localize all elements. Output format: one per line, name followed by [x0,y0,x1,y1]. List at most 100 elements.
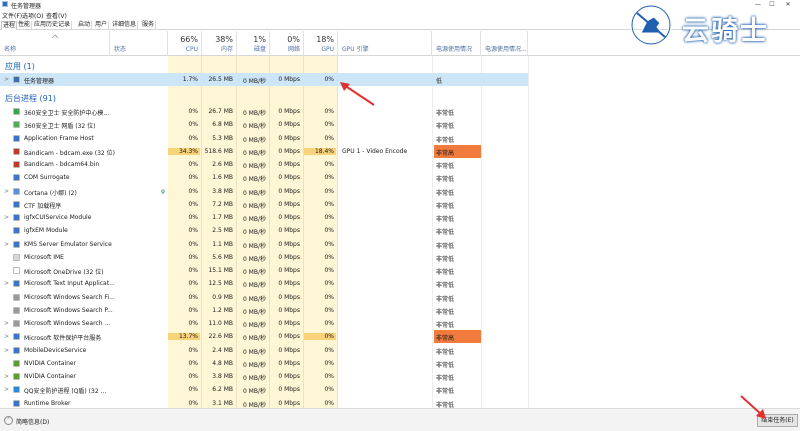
expand-chevron-icon[interactable]: > [4,214,9,221]
process-name: 360安全卫士 安全防护中心模... [24,110,110,117]
disk-value: 0 MB/秒 [242,348,266,356]
process-name: Microsoft OneDrive (32 位) [24,269,104,276]
memory-value: 2.6 MB [212,161,233,168]
memory-value: 4.8 MB [212,359,233,367]
table-row[interactable]: > NVIDIA Container 0% 3.8 MB 0 MB/秒 0 Mbps 0% 非… [0,370,528,383]
power-usage-value: 非常低 [436,123,455,131]
gpu-value: 0% [324,240,334,248]
expand-chevron-icon[interactable]: > [4,76,9,83]
disk-value: 0 MB/秒 [242,149,266,157]
process-icon [13,214,20,221]
table-row[interactable]: Microsoft OneDrive (32 位) 0% 15.1 MB 0 MB/秒… [0,264,528,277]
tab-services[interactable]: 服务 [141,21,157,30]
table-row[interactable]: > QQ安全防护进程 (Q盾) (32 ... 0% 6.2 MB 0 MB/秒 0 Mb… [0,383,528,396]
tab-performance[interactable]: 性能 [17,21,33,30]
process-icon [13,359,20,367]
header-name[interactable]: 名称 [0,31,110,56]
expand-chevron-icon[interactable]: > [4,333,9,340]
process-icon [13,267,20,274]
cpu-value: 1.7% [182,76,198,83]
header-disk[interactable]: 1% 磁盘 [237,31,270,56]
disk-value: 0 MB/秒 [242,375,266,382]
expand-chevron-icon[interactable]: > [4,320,9,327]
cpu-value: 0% [188,214,198,221]
table-row[interactable]: Microsoft IME 0% 5.6 MB 0 MB/秒 0 Mbps 0% 非常低 [0,251,528,264]
table-row[interactable]: Bandicam - bdcam64.bin 0% 2.6 MB 0 MB/秒 0 Mb… [0,158,528,171]
network-value: 0 Mbps [278,267,300,274]
header-power[interactable]: 电源使用情况 [432,31,481,56]
watermark-brand: 云骑士 [682,16,769,47]
table-row[interactable]: Microsoft Windows Search P... 0% 1.2 MB 0 M… [0,304,528,317]
table-row[interactable]: > igfxCUIService Module 0% 1.7 MB 0 MB/秒 0 Mb… [0,211,528,224]
header-gpu[interactable]: 18% GPU [304,31,338,56]
fewer-details-link[interactable]: 简略信息(D) [16,417,49,426]
table-row[interactable]: 360安全卫士 安全防护中心模... 0% 26.7 MB 0 MB/秒 0 Mbps 0… [0,105,528,118]
header-power-trend[interactable]: 电源使用情况... [481,31,528,56]
table-row[interactable]: > Microsoft Windows Search ... 0% 11.0 MB 0 … [0,317,528,330]
tab-users[interactable]: 用户 [94,21,110,30]
cpu-value: 0% [188,240,198,248]
table-row[interactable]: > KMS Server Emulator Service 0% 1.1 MB 0 MB… [0,238,528,251]
memory-value: 15.1 MB [208,267,233,274]
table-row[interactable]: > Cortana (小娜) (2) 0% 3.8 MB 0 MB/秒 0 Mbps 0% 非… [0,185,528,198]
tab-processes[interactable]: 进程 [1,21,18,30]
cpu-value: 34.3% [168,147,200,155]
table-row[interactable]: Application Frame Host 0% 5.3 MB 0 MB/秒 0 Mb… [0,132,528,145]
suspended-leaf-icon: φ [161,187,165,195]
table-row[interactable]: CTF 加载程序 0% 7.2 MB 0 MB/秒 0 Mbps 0% 非常低 [0,198,528,211]
network-value: 0 Mbps [278,147,300,155]
disk-value: 0 MB/秒 [242,216,266,223]
table-row[interactable]: > Microsoft Text Input Applicat... 0% 12.5 … [0,277,528,290]
network-value: 0 Mbps [278,253,300,261]
network-value: 0 Mbps [278,293,300,301]
table-row[interactable]: 360安全卫士 网盾 (32 位) 0% 6.8 MB 0 MB/秒 0 Mbps 0% 非… [0,118,528,131]
memory-value: 7.2 MB [212,200,233,208]
header-cpu[interactable]: 66% CPU [168,31,202,56]
table-row[interactable]: COM Surrogate 0% 1.6 MB 0 MB/秒 0 Mbps 0% 非常低 [0,171,528,184]
memory-value: 1.1 MB [212,240,233,248]
process-icon [13,76,20,83]
expand-chevron-icon[interactable]: > [4,188,9,195]
disk-value: 0 MB/秒 [242,269,266,276]
gpu-value: 0% [324,174,334,182]
header-network[interactable]: 0% 网络 [270,31,304,56]
gpu-value: 0% [324,253,334,261]
process-name: Bandicam - bdcam.exe (32 位) [24,149,115,157]
header-status[interactable]: 状态 [110,31,168,56]
process-name: igfxEM Module [24,227,68,235]
table-row[interactable]: Bandicam - bdcam.exe (32 位) 34.3% 518.6 MB… [0,144,528,158]
app-row[interactable]: > 任务管理器 1.7% 26.5 MB 0 MB/秒 0 Mbps 0% 低 [0,73,528,86]
process-name: igfxCUIService Module [24,214,92,221]
tab-app-history[interactable]: 应用历史记录 [33,21,73,30]
expand-chevron-icon[interactable]: > [4,280,9,287]
table-row[interactable]: Runtime Broker 0% 3.1 MB 0 MB/秒 0 Mbps 0% 非常低 [0,397,528,408]
disk-value: 0 MB/秒 [242,361,266,369]
cpu-value: 0% [188,161,198,168]
table-row[interactable]: NVIDIA Container 0% 4.8 MB 0 MB/秒 0 Mbps 0% 非常… [0,357,528,370]
expand-chevron-icon[interactable]: > [4,386,9,393]
header-memory[interactable]: 38% 内存 [202,31,237,56]
disk-value: 0 MB/秒 [242,123,266,131]
expand-chevron-icon[interactable]: > [4,347,9,354]
footer-bar: ⌃ 简略信息(D) 结束任务(E) [0,408,800,431]
tab-details[interactable]: 详细信息 [111,21,139,30]
tab-startup[interactable]: 启动 [77,21,93,30]
header-gpu-engine[interactable]: GPU 引擎 [338,31,432,56]
collapse-icon[interactable]: ⌃ [4,416,13,425]
table-row[interactable]: Microsoft Windows Search Fi... 0% 0.9 MB 0 … [0,291,528,304]
process-name: QQ安全防护进程 (Q盾) (32 ... [24,388,107,396]
expand-chevron-icon[interactable]: > [4,373,9,380]
expand-chevron-icon[interactable]: > [4,241,9,248]
table-row[interactable]: igfxEM Module 0% 2.5 MB 0 MB/秒 0 Mbps 0% 非常低 [0,224,528,237]
power-usage-value: 非常低 [436,189,455,197]
network-value: 0 Mbps [278,187,300,195]
gpu-value: 0% [324,134,334,142]
process-name: MobileDeviceService [24,346,87,354]
cpu-value: 0% [188,320,198,327]
table-row[interactable]: > MobileDeviceService 0% 2.4 MB 0 MB/秒 0 Mbps… [0,344,528,357]
network-value: 0 Mbps [278,200,300,208]
table-row[interactable]: > Microsoft 软件保护平台服务 13.7% 22.6 MB 0 MB/秒 0 M… [0,330,528,344]
process-name: Microsoft 软件保护平台服务 [24,335,102,343]
disk-value: 0 MB/秒 [242,295,266,303]
cpu-value: 0% [188,134,198,142]
